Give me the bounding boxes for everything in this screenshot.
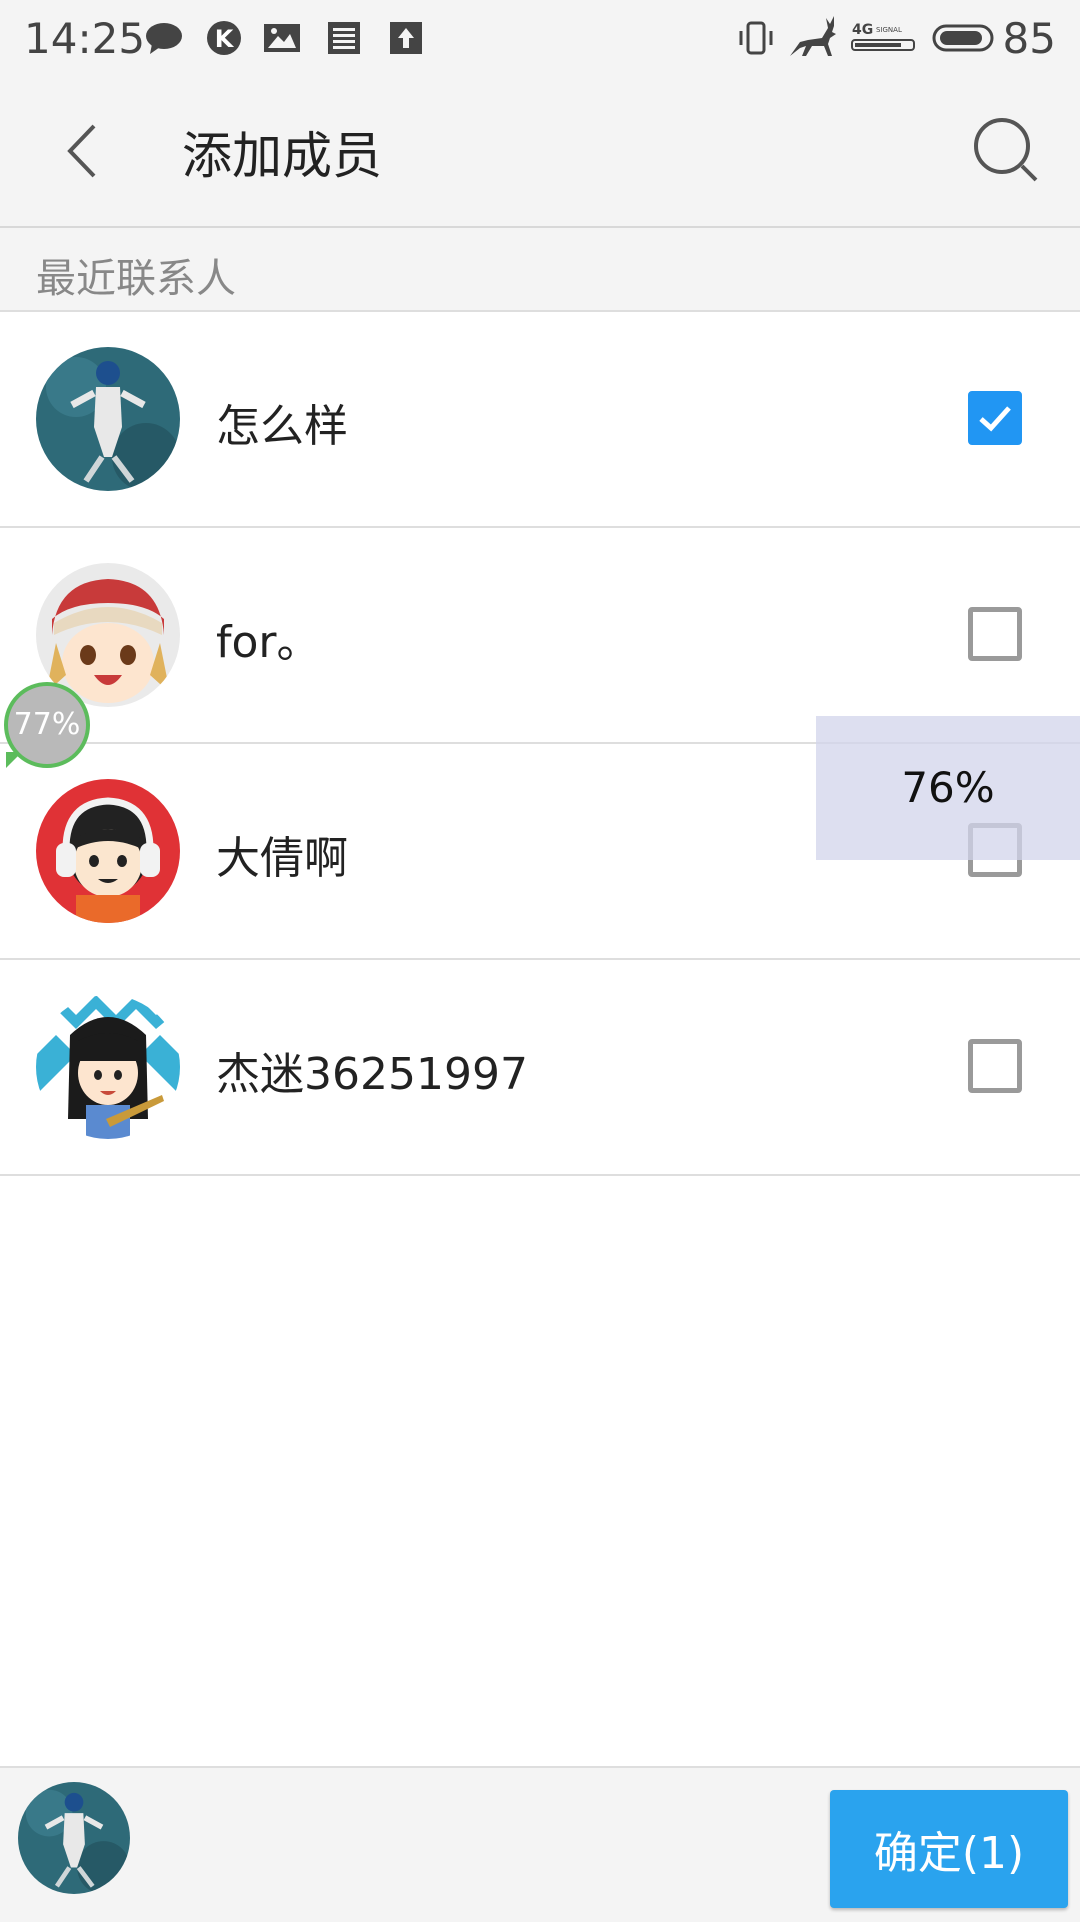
status-bar: 14:25 K 4G SIGNAL 85 <box>0 0 1080 76</box>
bubble-percent-text: 77% <box>13 707 81 742</box>
svg-text:4G: 4G <box>852 22 873 38</box>
confirm-button[interactable]: 确定(1) <box>830 1790 1068 1908</box>
check-icon <box>979 406 1011 432</box>
contact-checkbox[interactable] <box>968 607 1022 661</box>
chat-bubble-icon <box>146 23 182 54</box>
contact-row[interactable]: 怎么样 <box>0 312 1080 528</box>
image-icon <box>264 24 300 52</box>
percent-overlay-panel: 76% <box>816 716 1080 860</box>
contact-name: 杰迷36251997 <box>216 1049 528 1100</box>
k-app-icon: K <box>207 21 241 55</box>
selected-member-avatar[interactable] <box>18 1782 130 1894</box>
section-header: 最近联系人 <box>0 228 1080 312</box>
upload-icon <box>390 22 422 54</box>
avatar <box>36 347 180 491</box>
status-time: 14:25 <box>24 14 146 63</box>
vibrate-icon <box>739 21 773 55</box>
section-label: 最近联系人 <box>36 256 236 302</box>
search-icon[interactable] <box>970 114 1044 188</box>
avatar <box>36 995 180 1139</box>
contact-row[interactable]: for。 <box>0 528 1080 744</box>
contact-name: 怎么样 <box>216 401 348 452</box>
signal-4g-icon: 4G SIGNAL <box>851 22 915 51</box>
page-title: 添加成员 <box>182 127 382 185</box>
back-arrow-icon[interactable] <box>52 116 122 186</box>
contact-row[interactable]: 杰迷36251997 <box>0 960 1080 1176</box>
deer-icon <box>790 16 836 56</box>
floating-percent-bubble[interactable]: 77% <box>4 682 90 768</box>
svg-text:K: K <box>215 25 235 53</box>
panel-percent-text: 76% <box>901 763 995 812</box>
contact-checkbox[interactable] <box>968 391 1022 445</box>
avatar <box>36 779 180 923</box>
battery-icon <box>932 24 994 52</box>
contact-name: 大倩啊 <box>216 833 348 884</box>
bottom-bar: 确定(1) <box>0 1766 1080 1922</box>
svg-text:SIGNAL: SIGNAL <box>876 26 902 34</box>
contact-name: for。 <box>216 617 321 668</box>
contact-checkbox[interactable] <box>968 1039 1022 1093</box>
app-bar: 添加成员 <box>0 76 1080 228</box>
battery-level: 85 <box>1002 14 1056 63</box>
news-icon <box>328 22 360 54</box>
